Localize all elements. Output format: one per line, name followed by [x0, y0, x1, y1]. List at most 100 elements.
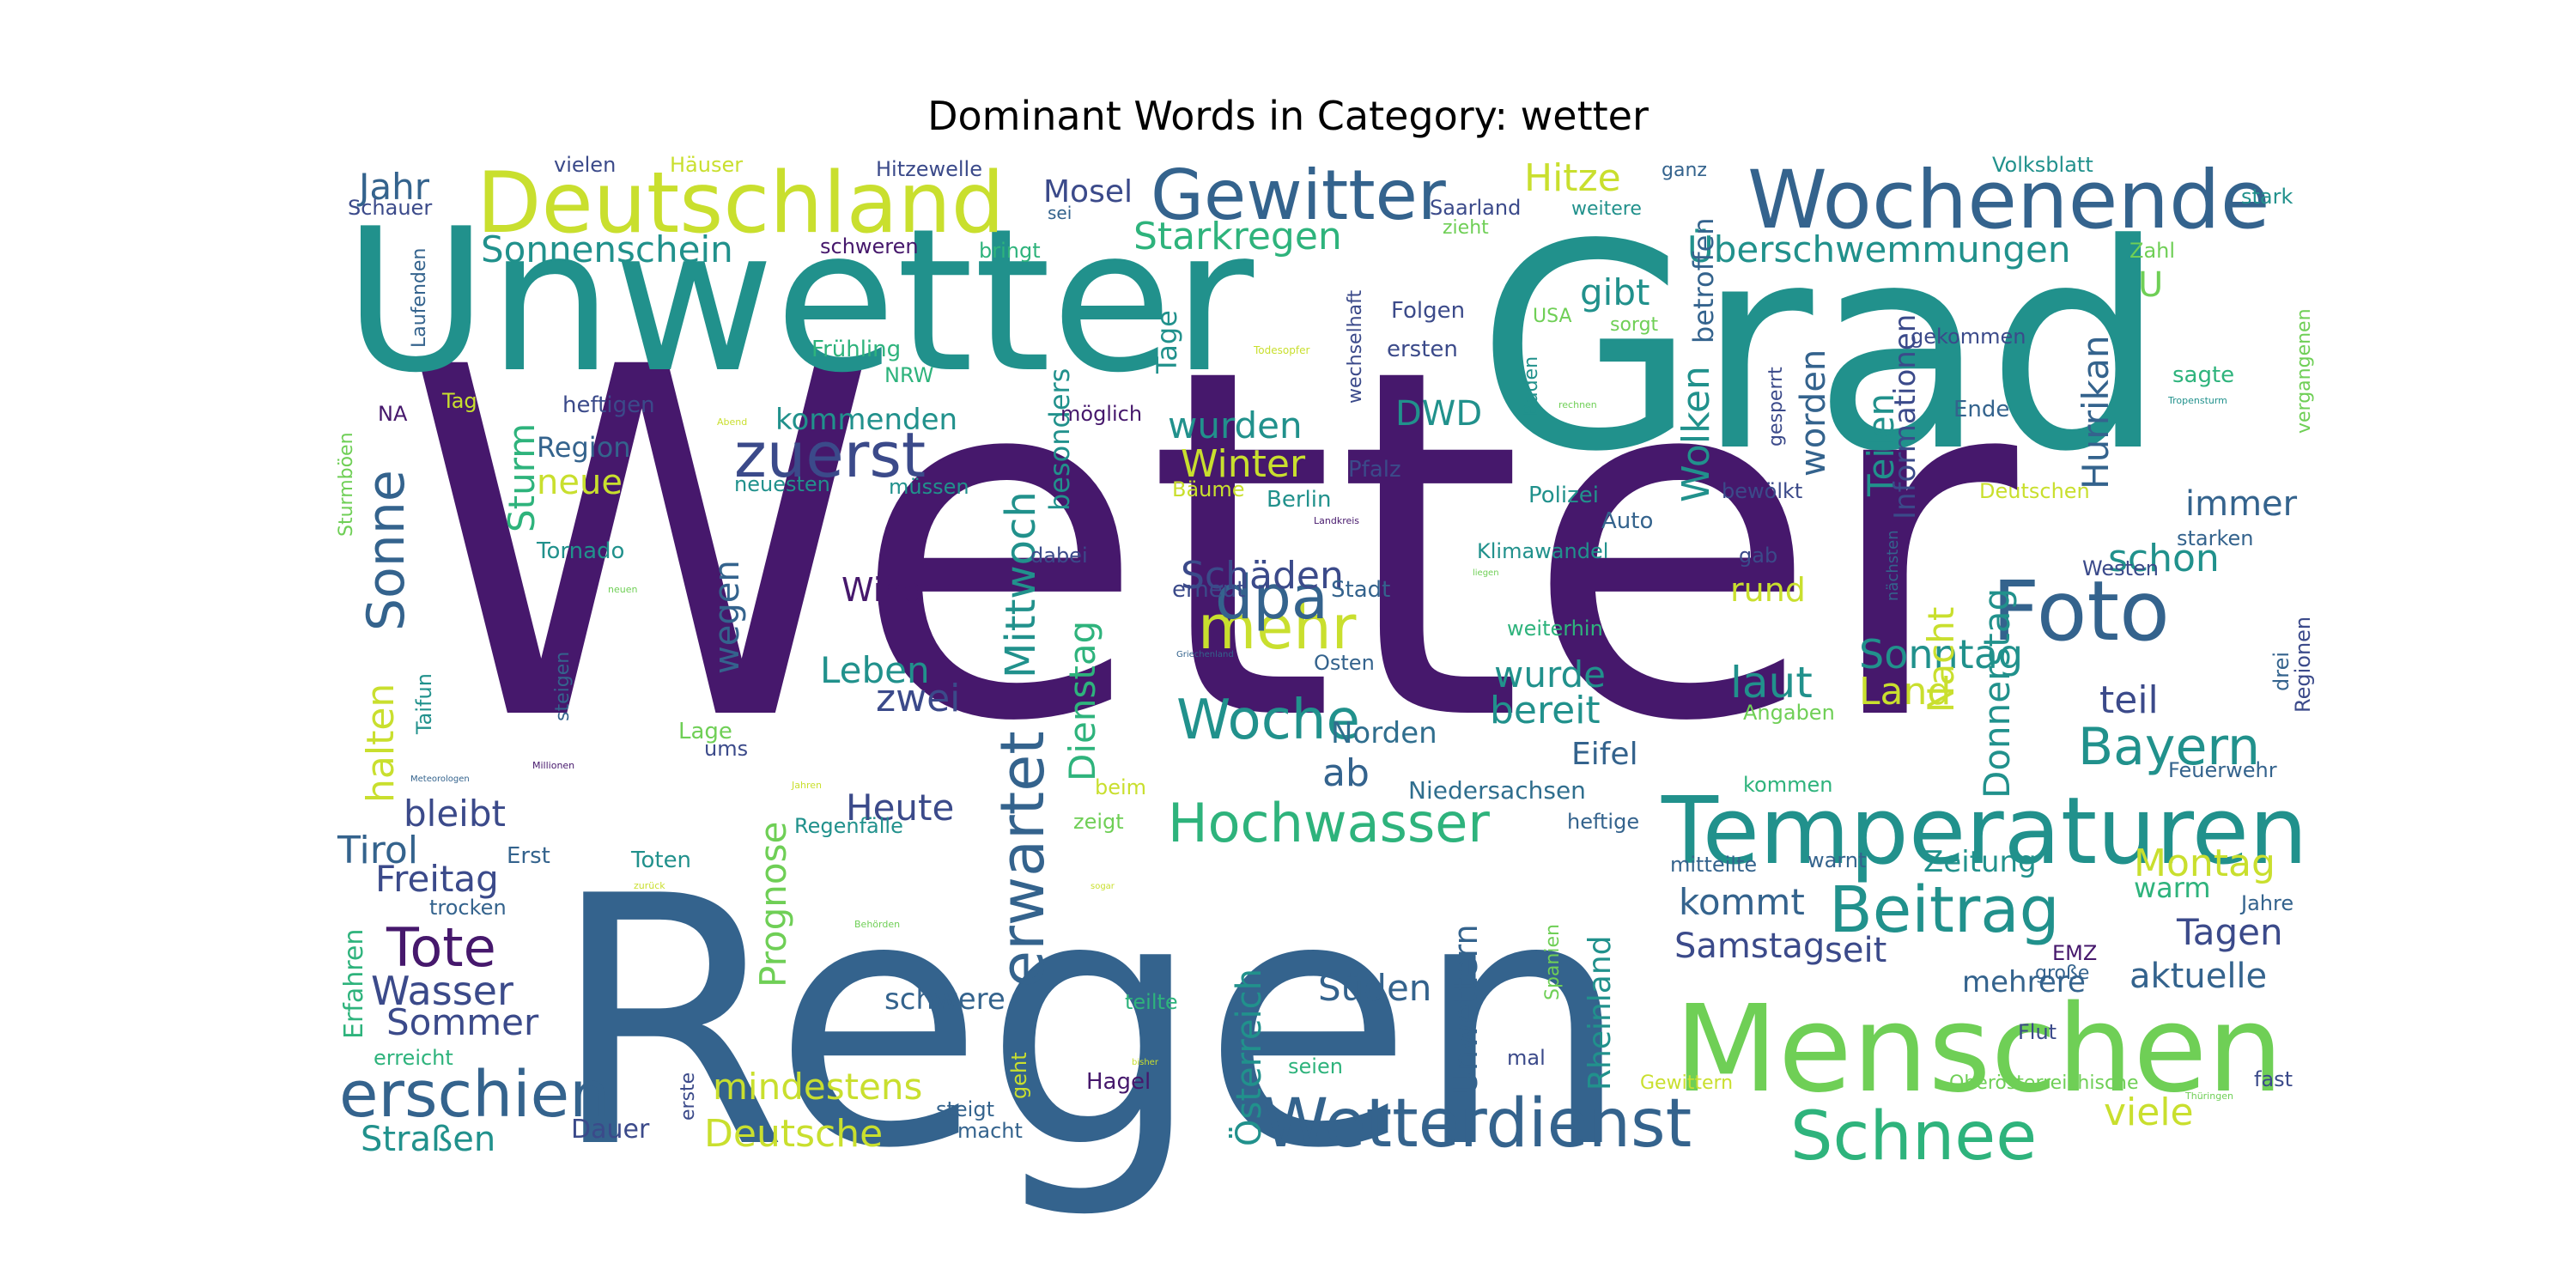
word-hagel: Hagel [1086, 1069, 1151, 1095]
word-tag: Tag [441, 389, 477, 413]
word-möglich: möglich [1060, 402, 1142, 426]
word-dienstag: Dienstag [1061, 621, 1103, 781]
word-laufenden: Laufenden [409, 248, 430, 348]
word-sorgt: sorgt [1610, 314, 1659, 336]
word-süden: Süden [1318, 967, 1431, 1009]
word-angaben: Angaben [1743, 701, 1835, 725]
word-besonders: besonders [1043, 368, 1076, 511]
word-regionen: Regionen [2291, 617, 2315, 713]
word-nacht: Nacht [1920, 607, 1962, 713]
word-schweren: schweren [820, 234, 919, 258]
word-weiterhin: weiterhin [1507, 617, 1603, 641]
word-gekommen: gekommen [1911, 325, 2026, 349]
word-ende: Ende [1953, 397, 2009, 422]
word-flut: Flut [2018, 1020, 2057, 1044]
word-thüringen: Thüringen [2184, 1091, 2233, 1102]
word-jahre: Jahre [2239, 891, 2293, 915]
word-gewittern: Gewittern [1640, 1072, 1733, 1094]
word-müssen: müssen [889, 475, 969, 499]
word-todesopfer: Todesopfer [1253, 344, 1309, 356]
word-teilte: teilte [1125, 990, 1178, 1014]
word-berlin: Berlin [1267, 487, 1331, 513]
word-prognose: Prognose [752, 822, 794, 987]
word-schwere: schwere [884, 982, 1005, 1017]
word-wegen: wegen [708, 560, 747, 674]
word-mittwoch: Mittwoch [997, 491, 1045, 678]
word-zahl: Zahl [2129, 239, 2175, 263]
word-bewölkt: bewölkt [1722, 479, 1802, 503]
word-gibt: gibt [1580, 271, 1649, 313]
word-immer: immer [2185, 484, 2298, 524]
word-emz: EMZ [2052, 941, 2097, 965]
word-nrw: NRW [884, 363, 933, 387]
word-gesperrt: gesperrt [1765, 367, 1787, 447]
word-feuerwehr: Feuerwehr [2168, 758, 2277, 782]
word-folgen: Folgen [1391, 298, 1465, 324]
word-millionen: Millionen [532, 760, 574, 771]
word-warm: warm [2134, 872, 2211, 904]
word-klimawandel: Klimawandel [1477, 539, 1608, 563]
word-bereit: bereit [1490, 689, 1601, 732]
word-vielen: vielen [554, 153, 616, 177]
word-tage: Tage [1151, 310, 1183, 374]
word-unwettern: Unwettern [1447, 924, 1485, 1095]
word-osten: Osten [1314, 651, 1375, 675]
word-norden: Norden [1331, 716, 1437, 750]
word-mindestens: mindestens [713, 1066, 922, 1108]
word-neue: neue [537, 463, 623, 502]
word-zwei: zwei [876, 677, 960, 720]
word-samstag: Samstag [1674, 927, 1825, 966]
word-wetterdienst: Wetterdienst [1262, 1085, 1692, 1163]
word-ganz: ganz [1662, 160, 1707, 181]
word-vergangenen: vergangenen [2293, 308, 2315, 434]
word-cloud-canvas: WetterRegenGradUnwetterMenschenTemperatu… [336, 153, 2315, 1224]
word-volksblatt: Volksblatt [1992, 153, 2093, 177]
word-gab: gab [1739, 544, 1777, 568]
word-dabei: dabei [1030, 544, 1088, 568]
word-fast: fast [2254, 1067, 2293, 1091]
word-hitzewelle: Hitzewelle [876, 157, 982, 181]
word-teil: teil [2099, 678, 2159, 722]
word-erfahren: Erfahren [339, 929, 369, 1039]
word-sturm: Sturm [501, 423, 543, 532]
word-lage: Lage [678, 719, 732, 744]
word-meteorologen: Meteorologen [410, 775, 470, 784]
word-auto: Auto [1601, 508, 1653, 534]
word-zeigt: zeigt [1073, 810, 1124, 834]
word-macht: macht [957, 1119, 1023, 1143]
word-warnt: warnt [1807, 848, 1866, 872]
word-drei: drei [2269, 652, 2293, 691]
word-bleibt: bleibt [404, 793, 506, 835]
word-neuen: neuen [608, 584, 637, 595]
word-griechenland: Griechenland [1176, 650, 1234, 659]
word-zurück: zurück [634, 880, 665, 891]
word-beim: beim [1095, 775, 1146, 799]
word-erwartet: erwartet [987, 731, 1058, 987]
word-rheinland: Rheinland [1583, 935, 1618, 1091]
word-wurden: wurden [1168, 404, 1303, 447]
word-heftige: heftige [1567, 810, 1639, 834]
word-sommer: Sommer [386, 1001, 539, 1043]
word-trocken: trocken [429, 896, 507, 920]
word-u: U [2138, 265, 2163, 305]
word-wind: Wind [841, 571, 924, 609]
word-abend: Abend [717, 416, 747, 428]
word-schnee: Schnee [1790, 1098, 2037, 1176]
word-überschwemmungen: Überschwemmungen [1687, 228, 2070, 270]
word-stark: stark [2241, 185, 2293, 209]
word-wolken: Wolken [1674, 366, 1718, 502]
word-na: NA [378, 402, 408, 426]
word-sonnenschein: Sonnenschein [481, 228, 733, 270]
word-seit: seit [1825, 931, 1886, 970]
word-tornado: Tornado [536, 538, 624, 564]
word-bäume: Bäume [1172, 477, 1245, 501]
word-worden: worden [1794, 349, 1833, 477]
word-ab: ab [1322, 751, 1370, 795]
word-cloud: Wetter Regen Grad Unwetter Menschen Temperatu… [0, 0, 2576, 1288]
word-toten: Toten [630, 848, 691, 873]
word-mitteilte: mitteilte [1670, 853, 1757, 877]
word-sei: sei [1048, 203, 1072, 223]
word-starkregen: Starkregen [1133, 215, 1342, 258]
word-jahren: Jahren [791, 780, 822, 791]
word-polizei: Polizei [1528, 483, 1599, 508]
